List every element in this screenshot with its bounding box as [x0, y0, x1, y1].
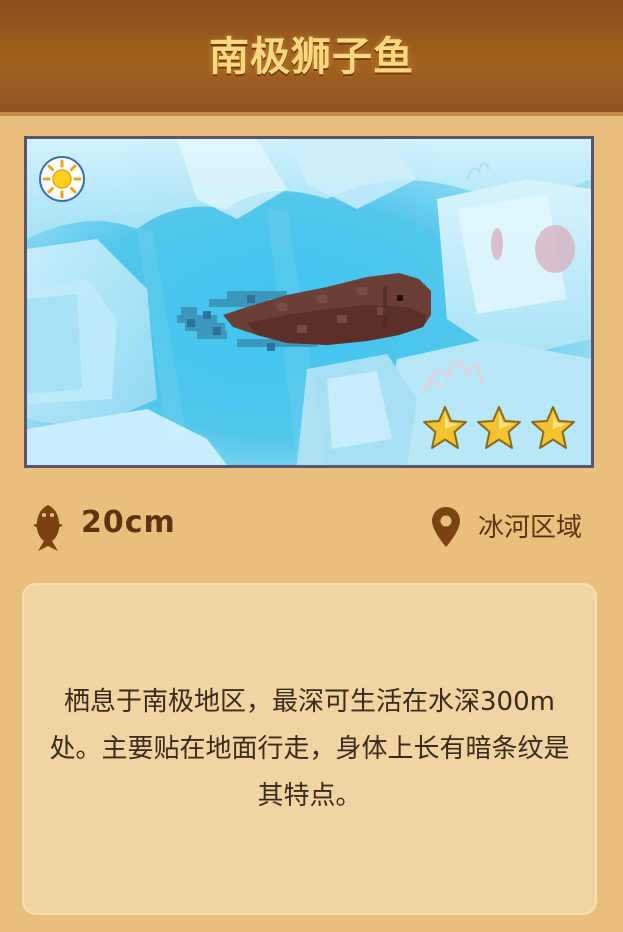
description-panel: 栖息于南极地区，最深可生活在水深300m处。主要贴在地面行走，身体上长有暗条纹是… [22, 583, 597, 915]
fish-title: 南极狮子鱼 [209, 34, 414, 80]
fish-location: 冰河区域 [478, 513, 583, 543]
rarity-stars [421, 405, 577, 451]
header-bar: 南极狮子鱼 [0, 0, 623, 112]
location-pin-icon [432, 507, 460, 547]
fish-size-icon [33, 505, 63, 551]
info-row: 20cm 冰河区域 [24, 495, 594, 555]
fish-size: 20cm [81, 505, 176, 540]
star-icon [423, 406, 467, 449]
star-icon [531, 406, 575, 449]
star-icon [477, 406, 521, 449]
fish-description: 栖息于南极地区，最深可生活在水深300m处。主要贴在地面行走，身体上长有暗条纹是… [49, 686, 570, 811]
sun-icon [39, 156, 85, 202]
fish-scene [24, 136, 594, 468]
